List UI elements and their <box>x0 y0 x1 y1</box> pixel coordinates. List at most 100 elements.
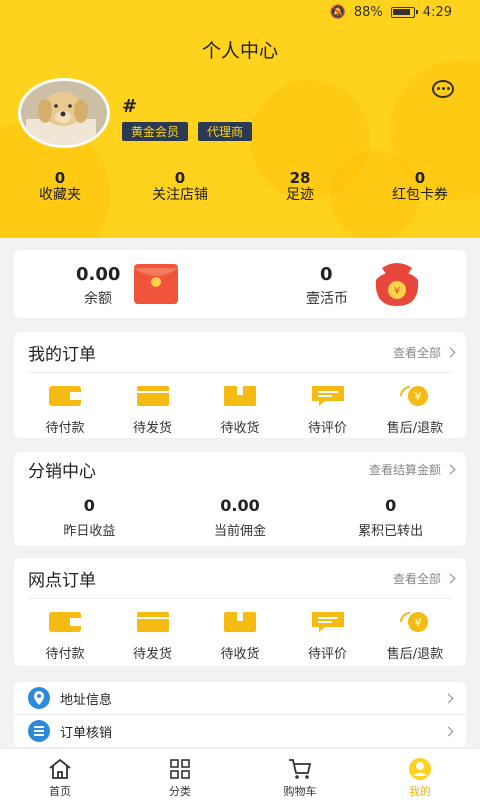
stat-favorites[interactable]: 0 收藏夹 <box>0 170 120 204</box>
transferred-label: 累积已转出 <box>358 524 424 539</box>
stat-label: 收藏夹 <box>39 187 81 203</box>
chevron-right-icon <box>443 693 454 703</box>
tab-label: 首页 <box>49 785 71 798</box>
home-icon <box>49 758 71 779</box>
view-settlement-link[interactable]: 查看结算金额 <box>368 461 456 478</box>
coins-label: 壹活币 <box>306 291 348 307</box>
view-all-label: 查看全部 <box>392 571 441 586</box>
cart-icon <box>289 759 312 779</box>
balance-value: 0.00 <box>76 264 121 285</box>
menu-item-label: 订单核销 <box>60 725 113 741</box>
coins-value: 0 <box>320 264 333 285</box>
stat-coupons[interactable]: 0 红包卡券 <box>360 170 480 204</box>
box-icon <box>136 612 169 632</box>
distribution-title: 分销中心 <box>28 461 96 482</box>
grid-icon <box>170 759 190 779</box>
view-settlement-label: 查看结算金额 <box>368 462 441 477</box>
my-orders-view-all[interactable]: 查看全部 <box>392 344 456 361</box>
outlet-orders-title: 网点订单 <box>28 570 96 591</box>
balance-label: 余额 <box>84 291 112 307</box>
refund-icon: ¥ <box>400 612 428 632</box>
svg-text:¥: ¥ <box>415 390 422 403</box>
stat-value: 0 <box>54 169 66 187</box>
tab-mine[interactable]: 我的 <box>360 749 480 800</box>
tab-label: 我的 <box>409 785 431 798</box>
tab-label: 购物车 <box>283 785 317 798</box>
outlet-pending-receipt[interactable]: 待收货 <box>197 611 283 662</box>
stat-footprints[interactable]: 28 足迹 <box>240 170 360 204</box>
wallet-icon <box>49 612 81 632</box>
yesterday-earnings[interactable]: 0 昨日收益 <box>14 496 165 539</box>
tab-label: 分类 <box>169 785 191 798</box>
earnings-label: 昨日收益 <box>63 524 116 539</box>
comment-icon <box>311 386 344 406</box>
battery-level: 88% <box>353 4 383 20</box>
view-all-label: 查看全部 <box>392 345 441 360</box>
svg-text:¥: ¥ <box>394 286 400 297</box>
avatar[interactable] <box>18 78 110 148</box>
stat-label: 足迹 <box>286 187 314 203</box>
chevron-right-icon <box>443 726 454 736</box>
menu-list: 地址信息 订单核销 <box>14 682 466 748</box>
order-status-label: 待付款 <box>45 421 85 436</box>
gold-member-badge: 黄金会员 <box>122 122 189 141</box>
balance-item[interactable]: 0.00 余额 <box>14 250 240 318</box>
order-status-label: 待收货 <box>220 421 260 436</box>
order-status-label: 待发货 <box>132 421 172 436</box>
order-status-label: 待评价 <box>307 647 347 662</box>
my-orders-card: 我的订单 查看全部 待付款 待发货 待收货 待评价 ¥ 售后/退款 <box>14 332 466 438</box>
total-transferred[interactable]: 0 累积已转出 <box>315 496 466 539</box>
username: # <box>122 96 138 117</box>
svg-text:¥: ¥ <box>415 616 422 629</box>
outlet-pending-review[interactable]: 待评价 <box>285 611 371 662</box>
stat-label: 关注店铺 <box>152 187 208 203</box>
red-envelope-icon <box>134 264 178 304</box>
wallet-icon <box>49 386 81 406</box>
outlet-after-sales[interactable]: ¥ 售后/退款 <box>372 611 458 662</box>
profile-stats: 0 收藏夹 0 关注店铺 28 足迹 0 红包卡券 <box>0 170 480 204</box>
outlet-orders-view-all[interactable]: 查看全部 <box>392 570 456 587</box>
mute-icon: 🔕 <box>329 4 346 20</box>
transferred-value: 0 <box>385 496 397 515</box>
battery-icon <box>390 6 418 18</box>
order-after-sales[interactable]: ¥ 售后/退款 <box>372 385 458 436</box>
order-pending-receipt[interactable]: 待收货 <box>197 385 283 436</box>
commission-label: 当前佣金 <box>214 524 267 539</box>
user-icon <box>409 758 431 780</box>
distribution-card: 分销中心 查看结算金额 0 昨日收益 0.00 当前佣金 0 累积已转出 <box>14 452 466 546</box>
outlet-pending-payment[interactable]: 待付款 <box>22 611 108 662</box>
tab-home[interactable]: 首页 <box>0 749 120 800</box>
order-status-label: 售后/退款 <box>386 421 444 436</box>
menu-item-address[interactable]: 地址信息 <box>14 682 466 715</box>
my-orders-title: 我的订单 <box>28 344 96 365</box>
commission-value: 0.00 <box>220 496 260 515</box>
stat-value: 0 <box>174 169 186 187</box>
package-icon <box>224 386 256 406</box>
order-status-label: 待发货 <box>132 647 172 662</box>
order-pending-shipment[interactable]: 待发货 <box>110 385 196 436</box>
location-icon <box>28 687 50 709</box>
stat-followed-shops[interactable]: 0 关注店铺 <box>120 170 240 204</box>
menu-item-label: 地址信息 <box>60 692 113 708</box>
coins-item[interactable]: 0 壹活币 ¥ <box>240 250 466 318</box>
list-icon <box>28 720 50 742</box>
box-icon <box>136 386 169 406</box>
money-bag-icon: ¥ <box>375 263 419 306</box>
chevron-right-icon <box>445 347 456 357</box>
tab-category[interactable]: 分类 <box>120 749 240 800</box>
order-pending-payment[interactable]: 待付款 <box>22 385 108 436</box>
menu-item-order-verification[interactable]: 订单核销 <box>14 715 466 748</box>
chevron-right-icon <box>445 573 456 583</box>
message-icon[interactable] <box>432 80 454 98</box>
order-status-label: 待付款 <box>45 647 85 662</box>
tab-cart[interactable]: 购物车 <box>240 749 360 800</box>
stat-label: 红包卡券 <box>392 187 448 203</box>
order-pending-review[interactable]: 待评价 <box>285 385 371 436</box>
profile-header: 🔕 88% 4:29 个人中心 # 黄金会员 代理商 0 收藏夹 0 关注店铺 … <box>0 0 480 238</box>
current-commission[interactable]: 0.00 当前佣金 <box>165 496 316 539</box>
stat-value: 28 <box>289 169 311 187</box>
order-status-label: 待收货 <box>220 647 260 662</box>
outlet-pending-shipment[interactable]: 待发货 <box>110 611 196 662</box>
order-status-label: 待评价 <box>307 421 347 436</box>
wallet-card: 0.00 余额 0 壹活币 ¥ <box>14 250 466 318</box>
